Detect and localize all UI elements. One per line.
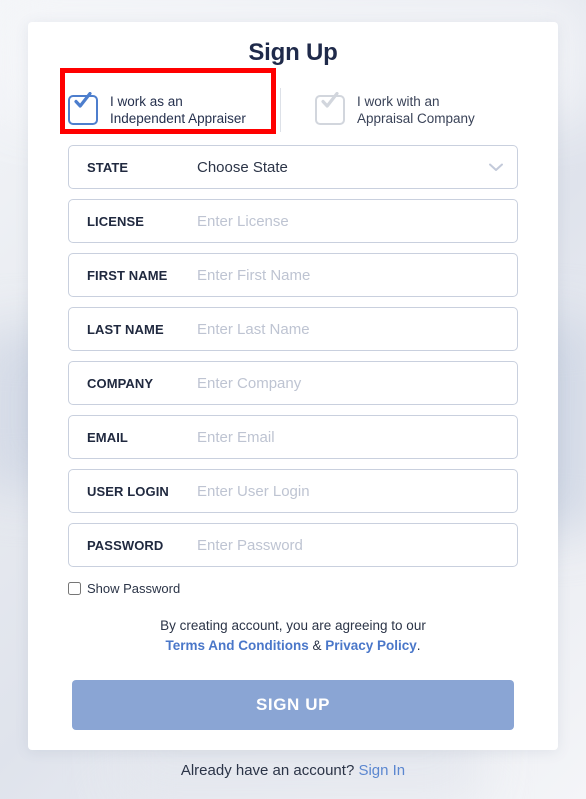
email-input[interactable] <box>197 428 517 446</box>
checkbox-unchecked-icon[interactable] <box>315 92 345 125</box>
field-company[interactable]: COMPANY <box>68 361 518 405</box>
password-input[interactable] <box>197 536 517 554</box>
field-email[interactable]: EMAIL <box>68 415 518 459</box>
user-login-input[interactable] <box>197 482 517 500</box>
field-label: COMPANY <box>87 375 154 391</box>
role-label-line2: Appraisal Company <box>357 111 475 126</box>
license-input[interactable] <box>197 212 517 230</box>
role-option-label: I work as an Independent Appraiser <box>110 93 246 127</box>
field-label: FIRST NAME <box>87 267 168 283</box>
signup-card: Sign Up I work as an Independent Apprais… <box>28 22 558 750</box>
field-label: STATE <box>87 159 129 175</box>
role-divider <box>280 88 281 132</box>
field-license[interactable]: LICENSE <box>68 199 518 243</box>
last-name-input[interactable] <box>197 320 517 338</box>
chevron-down-icon[interactable] <box>489 163 503 172</box>
sign-in-link[interactable]: Sign In <box>358 762 405 779</box>
role-option-appraisal-company[interactable]: I work with an Appraisal Company <box>305 87 485 133</box>
footer-signin-row: Already have an account? Sign In <box>0 762 586 779</box>
terms-and-conditions-link[interactable]: Terms And Conditions <box>165 638 308 653</box>
field-first-name[interactable]: FIRST NAME <box>68 253 518 297</box>
role-option-label: I work with an Appraisal Company <box>357 93 475 127</box>
field-label: PASSWORD <box>87 537 164 553</box>
field-label: USER LOGIN <box>87 483 169 499</box>
field-label: LICENSE <box>87 213 145 229</box>
sign-up-button[interactable]: SIGN UP <box>72 680 514 730</box>
field-password[interactable]: PASSWORD <box>68 523 518 567</box>
first-name-input[interactable] <box>197 266 517 284</box>
terms-period: . <box>416 638 421 653</box>
company-input[interactable] <box>197 374 517 392</box>
page-title: Sign Up <box>248 39 338 66</box>
role-label-line1: I work with an <box>357 94 440 109</box>
terms-separator: & <box>308 638 326 653</box>
field-label: EMAIL <box>87 429 128 445</box>
role-label-line2: Independent Appraiser <box>110 111 246 126</box>
signup-form: STATE Choose State LICENSE FIRST NAME LA… <box>28 145 558 567</box>
checkbox-checked-icon[interactable] <box>68 92 98 125</box>
terms-line1: By creating account, you are agreeing to… <box>160 618 426 633</box>
privacy-policy-link[interactable]: Privacy Policy <box>325 638 417 653</box>
role-selector: I work as an Independent Appraiser I wor… <box>28 81 558 139</box>
terms-text: By creating account, you are agreeing to… <box>28 616 558 656</box>
field-last-name[interactable]: LAST NAME <box>68 307 518 351</box>
footer-text: Already have an account? <box>180 762 359 779</box>
show-password-row[interactable]: Show Password <box>28 577 558 596</box>
show-password-checkbox[interactable] <box>68 582 81 595</box>
show-password-label[interactable]: Show Password <box>87 581 180 596</box>
field-state[interactable]: STATE Choose State <box>68 145 518 189</box>
role-label-line1: I work as an <box>110 94 183 109</box>
field-label: LAST NAME <box>87 321 164 337</box>
field-user-login[interactable]: USER LOGIN <box>68 469 518 513</box>
state-selected-value: Choose State <box>197 158 288 176</box>
role-option-independent-appraiser[interactable]: I work as an Independent Appraiser <box>58 87 268 133</box>
